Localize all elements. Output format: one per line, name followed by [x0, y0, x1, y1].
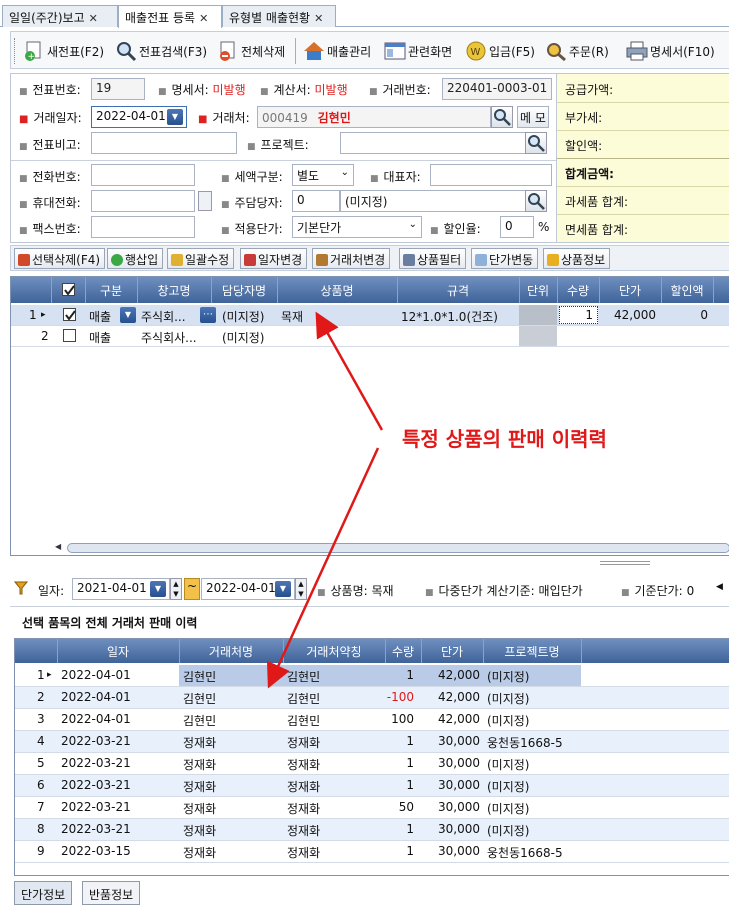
annotation-arrows — [266, 311, 384, 689]
arrow-to-product — [315, 311, 384, 431]
arrow-to-history — [266, 447, 380, 689]
annotation-text: 특정 상품의 판매 이력력 — [402, 427, 607, 451]
